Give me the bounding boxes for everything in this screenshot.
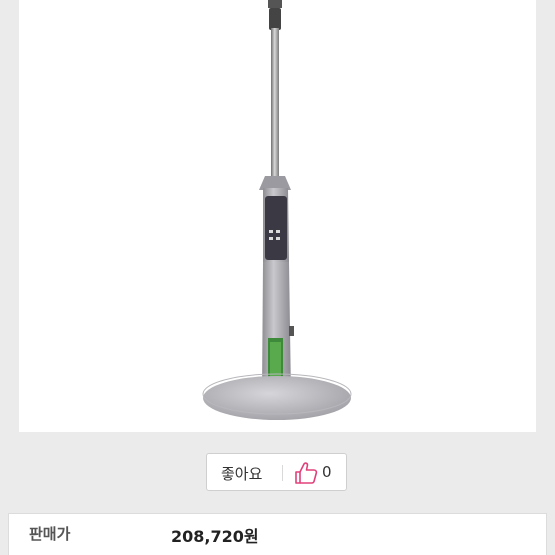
pole-collar [259, 176, 291, 190]
like-count: 0 [322, 463, 332, 481]
like-label: 좋아요 [221, 465, 263, 483]
upper-pole [271, 28, 279, 178]
product-detail-page: 좋아요 0 판매가 208,720원 [0, 0, 555, 555]
price-row: 판매가 208,720원 [8, 513, 547, 555]
top-clamp [268, 0, 282, 8]
standing-fan-stand-illustration [202, 0, 352, 420]
price-value: 208,720원 [171, 527, 259, 546]
thumbs-up-icon [295, 462, 318, 484]
top-connector [269, 8, 281, 30]
product-image [19, 0, 536, 432]
control-panel [265, 196, 287, 260]
like-divider [282, 465, 283, 481]
round-base [203, 376, 351, 420]
price-label: 판매가 [29, 525, 71, 543]
like-button[interactable]: 좋아요 0 [206, 453, 347, 491]
